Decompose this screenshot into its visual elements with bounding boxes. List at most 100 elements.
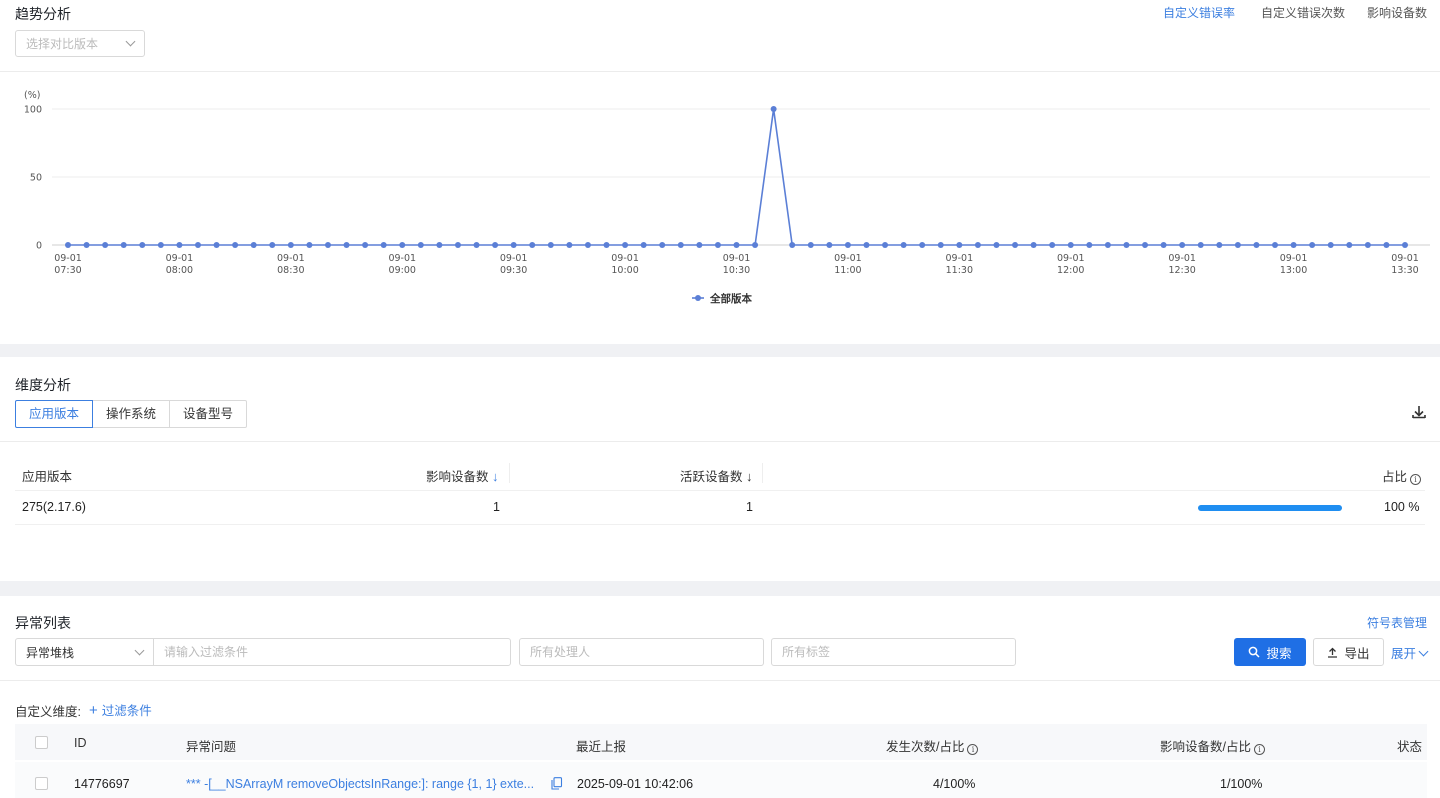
x-tick-date: 09-01 [277,253,305,264]
data-point [399,242,406,248]
compare-version-placeholder: 选择对比版本 [26,37,99,51]
data-point [1012,242,1019,248]
cell-active: 1 [746,500,753,514]
x-tick-time: 12:30 [1168,265,1195,276]
metric-tab-error-count[interactable]: 自定义错误次数 [1261,4,1345,21]
filter-type-select[interactable]: 异常堆栈 [15,638,154,666]
y-tick-label: 0 [36,241,42,252]
search-button[interactable]: 搜索 [1234,638,1306,666]
data-point [1142,242,1149,248]
col-header-ratio: 占比 i [1382,466,1422,485]
y-axis-label: (%) [24,90,40,101]
compare-version-select[interactable]: 选择对比版本 [15,30,145,57]
cell-issue-link[interactable]: *** -[__NSArrayM removeObjectsInRange:]:… [186,777,534,791]
chevron-down-icon [125,36,136,47]
data-point [139,242,146,248]
col-header-affected-devices[interactable]: 影响设备数 ↓ [426,466,499,485]
cell-devices: 1/100% [1220,777,1263,791]
assignee-select[interactable]: 所有处理人 [519,638,764,666]
ratio-progress-fill [1198,505,1342,511]
data-point [1086,242,1093,248]
expand-label: 展开 [1391,647,1417,661]
add-filter-label: 过滤条件 [101,704,152,718]
data-point [1290,242,1297,248]
data-point [919,242,926,248]
x-tick-date: 09-01 [723,253,751,264]
data-point [752,242,759,248]
data-point [1327,242,1334,248]
data-point [1067,242,1074,248]
x-tick-date: 09-01 [946,253,974,264]
data-point [176,242,183,248]
search-button-label: 搜索 [1266,646,1292,661]
data-point [529,242,536,248]
search-icon [1249,646,1261,658]
col-header-count-label: 发生次数/占比 [886,740,965,754]
data-point [640,242,647,248]
data-point [826,242,833,248]
export-button[interactable]: 导出 [1313,638,1384,666]
info-icon[interactable]: i [967,744,979,755]
x-tick-time: 10:00 [611,265,638,276]
tab-os[interactable]: 操作系统 [92,400,171,428]
x-tick-date: 09-01 [54,253,82,264]
select-all-checkbox[interactable] [35,736,48,749]
add-filter-button[interactable]: + 过滤条件 [89,700,152,719]
col-header-devices-label: 影响设备数/占比 [1160,740,1251,754]
data-point [1179,242,1186,248]
data-point [1364,242,1371,248]
trend-chart: (%)05010009-0107:3009-0108:0009-0108:300… [24,90,1430,305]
tab-app-version[interactable]: 应用版本 [15,400,94,428]
data-point [1272,242,1279,248]
data-point [770,106,777,112]
data-point [900,242,907,248]
data-point [343,242,350,248]
info-icon[interactable]: i [1410,474,1422,485]
data-point [993,242,1000,248]
expand-toggle[interactable]: 展开 [1391,643,1429,662]
dimension-card: 维度分析 应用版本 操作系统 设备型号 应用版本 影响设备数 ↓ 活跃设备数 ↓… [0,357,1440,581]
symbol-table-link[interactable]: 符号表管理 [1367,614,1427,631]
metric-tab-error-rate[interactable]: 自定义错误率 [1163,4,1235,21]
data-point [566,242,573,248]
data-point [1049,242,1056,248]
data-point [269,242,276,248]
filter-input[interactable]: 请输入过滤条件 [153,638,511,666]
filter-type-value: 异常堆栈 [26,645,75,660]
data-point [1216,242,1223,248]
col-header-last-report: 最近上报 [576,740,627,754]
trend-title: 趋势分析 [15,6,71,22]
data-point [789,242,796,248]
data-point [213,242,220,248]
data-point [492,242,499,248]
tag-select[interactable]: 所有标签 [771,638,1016,666]
download-icon[interactable] [1411,404,1427,420]
data-point [324,242,331,248]
export-button-label: 导出 [1344,646,1370,661]
col-header-active-devices[interactable]: 活跃设备数 ↓ [680,466,753,485]
x-tick-date: 09-01 [1391,253,1419,264]
cell-ratio: 100 % [1384,500,1420,514]
data-point [157,242,164,248]
upload-icon [1328,647,1338,658]
row-divider [15,524,1425,525]
tab-device-model[interactable]: 设备型号 [169,400,248,428]
metric-tab-affected-devices[interactable]: 影响设备数 [1367,4,1427,21]
col-header-devices: 影响设备数/占比 i [1160,736,1265,755]
divider [0,680,1440,681]
data-point [250,242,257,248]
copy-icon[interactable] [551,777,563,790]
data-point [882,242,889,248]
data-point [547,242,554,248]
x-tick-date: 09-01 [166,253,194,264]
data-point [362,242,369,248]
col-header-count: 发生次数/占比 i [886,736,979,755]
x-tick-date: 09-01 [500,253,528,264]
row-divider [15,490,1425,491]
x-tick-date: 09-01 [1280,253,1308,264]
row-checkbox[interactable] [35,777,48,790]
col-separator [762,463,763,483]
data-point [956,242,963,248]
data-point [510,242,517,248]
info-icon[interactable]: i [1253,744,1265,755]
